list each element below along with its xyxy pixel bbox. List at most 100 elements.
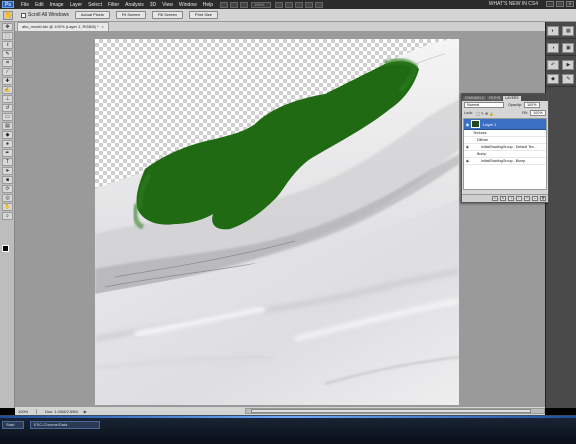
eraser-tool-icon[interactable]: ▭ (2, 113, 13, 121)
clone-stamp-tool-icon[interactable]: ⊥ (2, 95, 13, 103)
delete-layer-icon[interactable]: 🗑 (540, 196, 546, 201)
document-tab[interactable]: abc_model.tdx @ 100% (Layer 1, RGB/8) * … (17, 22, 109, 31)
foreground-color-swatch[interactable] (2, 245, 9, 252)
pen-tool-icon[interactable]: ✒ (2, 149, 13, 157)
checkbox-box[interactable] (21, 12, 26, 18)
healing-brush-tool-icon[interactable]: ✚ (2, 77, 13, 85)
maximize-button[interactable]: □ (556, 1, 564, 7)
gradient-tool-icon[interactable]: ▤ (2, 122, 13, 130)
menu-view[interactable]: View (159, 2, 176, 8)
layer-sub-item-bump[interactable]: Bump (464, 151, 546, 158)
visibility-eye-icon[interactable]: ◉ (464, 122, 471, 127)
menu-window[interactable]: Window (176, 2, 200, 8)
lock-icons[interactable]: ▢ ✎ ✥ 🔒 (476, 111, 494, 116)
horizontal-scrollbar[interactable] (245, 408, 545, 414)
3d-panel-icon[interactable]: ◆ (547, 74, 559, 84)
start-button[interactable]: Start (2, 421, 24, 429)
taskbar-highlight (0, 416, 576, 418)
quick-select-tool-icon[interactable]: ✎ (2, 50, 13, 58)
link-layers-icon[interactable]: ∞ (492, 196, 498, 201)
marquee-tool-icon[interactable]: ⬚ (2, 32, 13, 40)
screen-mode-icon[interactable] (315, 1, 324, 8)
close-button[interactable]: ✕ (566, 1, 574, 7)
brushes-panel-icon[interactable]: ✎ (562, 74, 575, 84)
move-tool-icon[interactable]: ✥ (2, 23, 13, 31)
type-tool-icon[interactable]: T (2, 158, 13, 166)
zoom-level-select[interactable]: 100% (251, 1, 272, 8)
hand-tool-icon-2[interactable]: ✋ (2, 203, 13, 211)
tab-paths[interactable]: PATHS (487, 96, 503, 101)
brush-tool-icon[interactable]: ✍ (2, 86, 13, 94)
scrollbar-thumb[interactable] (251, 409, 531, 413)
masks-panel-icon[interactable]: ▣ (562, 43, 575, 53)
print-size-button[interactable]: Print Size (188, 11, 219, 19)
history-panel-icon[interactable]: ↶ (547, 60, 559, 70)
layer-sub-item-bump-texture[interactable]: ◉ InitialShadingGroup - Bump (464, 158, 546, 165)
view-extras-icon[interactable] (240, 1, 249, 8)
blur-tool-icon[interactable]: ◆ (2, 131, 13, 139)
minimize-button[interactable]: – (546, 1, 554, 7)
main-menus: File Edit Image Layer Select Filter Anal… (18, 2, 216, 8)
fit-screen-button[interactable]: Fit Screen (115, 11, 146, 19)
opacity-input[interactable]: 100% (523, 102, 540, 108)
3d-rotate-tool-icon[interactable]: ⟳ (2, 185, 13, 193)
document-tab-title: abc_model.tdx @ 100% (Layer 1, RGB/8) * (22, 24, 99, 29)
history-brush-tool-icon[interactable]: ↺ (2, 104, 13, 112)
3d-orbit-tool-icon[interactable]: ◎ (2, 194, 13, 202)
hand-tool-icon[interactable] (275, 1, 284, 8)
layer-sub-item-default-texture[interactable]: ◉ InitialShadingGroup - Default Tex... (464, 144, 546, 151)
new-group-icon[interactable]: ▭ (524, 196, 530, 201)
menu-help[interactable]: Help (200, 2, 216, 8)
layer-name[interactable]: Layer 1 (483, 122, 496, 127)
zoom-tool-icon-2[interactable]: ⌕ (2, 212, 13, 220)
layer-style-icon[interactable]: fx (500, 196, 506, 201)
menu-edit[interactable]: Edit (32, 2, 47, 8)
blend-opacity-row: Normal Opacity: 100% (462, 101, 548, 109)
tab-channels[interactable]: CHANNELS (463, 96, 487, 101)
visibility-eye-icon[interactable]: ◉ (464, 145, 471, 149)
menu-analysis[interactable]: Analysis (122, 2, 147, 8)
menu-select[interactable]: Select (85, 2, 105, 8)
menu-file[interactable]: File (18, 2, 32, 8)
zoom-tool-icon[interactable] (285, 1, 294, 8)
taskbar-window-item[interactable]: ESC-Chrome/Data (30, 421, 100, 429)
os-taskbar: Start ESC-Chrome/Data (0, 415, 576, 444)
dodge-tool-icon[interactable]: ● (2, 140, 13, 148)
actual-pixels-button[interactable]: Actual Pixels (74, 11, 110, 19)
adjustment-layer-icon[interactable]: ◐ (516, 196, 522, 201)
menu-3d[interactable]: 3D (147, 2, 159, 8)
layer-sub-item-textures[interactable]: Textures (464, 130, 546, 137)
fill-screen-button[interactable]: Fill Screen (152, 11, 183, 19)
workspace-switcher[interactable]: WHAT'S NEW IN CS4 (489, 1, 538, 7)
scroll-all-windows-checkbox[interactable]: Scroll All Windows (21, 12, 69, 18)
shape-tool-icon[interactable]: ■ (2, 176, 13, 184)
bridge-icon[interactable] (220, 1, 229, 8)
mini-bridge-icon[interactable] (230, 1, 239, 8)
menu-filter[interactable]: Filter (105, 2, 122, 8)
actions-panel-icon[interactable]: ▶ (562, 60, 575, 70)
crop-tool-icon[interactable]: ⌗ (2, 59, 13, 67)
status-menu-arrow-icon[interactable]: ▶ (84, 409, 87, 414)
tab-layers[interactable]: LAYERS (503, 96, 521, 101)
layer-sub-item-diffuse[interactable]: Diffuse (464, 137, 546, 144)
adjustments-panel-icon[interactable]: ◑ (547, 43, 559, 53)
menu-layer[interactable]: Layer (67, 2, 86, 8)
close-tab-icon[interactable]: × (102, 23, 104, 31)
visibility-eye-icon[interactable]: ◉ (464, 159, 471, 163)
path-selection-tool-icon[interactable]: ➤ (2, 167, 13, 175)
eyedropper-tool-icon[interactable]: ⁄ (2, 68, 13, 76)
new-layer-icon[interactable]: + (532, 196, 538, 201)
arrange-documents-icon[interactable] (305, 1, 314, 8)
layer-row[interactable]: ◉ Layer 1 (464, 119, 546, 130)
lasso-tool-icon[interactable]: ℓ (2, 41, 13, 49)
image-canvas[interactable] (95, 39, 459, 405)
rotate-view-icon[interactable] (295, 1, 304, 8)
color-panel-icon[interactable]: ◐ (547, 26, 559, 36)
swatches-panel-icon[interactable]: ▦ (562, 26, 575, 36)
blend-mode-select[interactable]: Normal (464, 102, 504, 108)
status-zoom[interactable]: 100% (17, 408, 37, 414)
fill-input[interactable]: 100% (530, 110, 546, 116)
menu-image[interactable]: Image (47, 2, 67, 8)
hand-tool-preset-icon[interactable]: ✋ (3, 10, 13, 20)
add-mask-icon[interactable]: ◑ (508, 196, 514, 201)
